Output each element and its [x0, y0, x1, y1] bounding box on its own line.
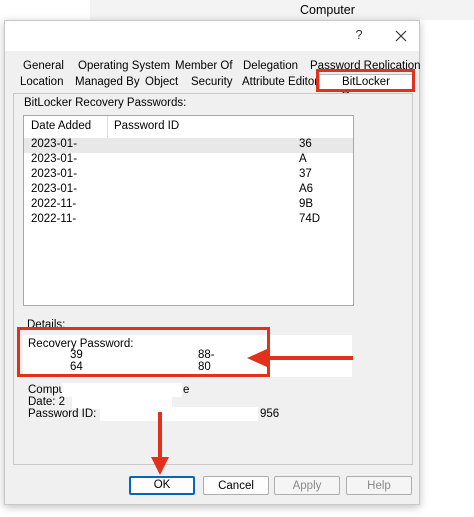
bitlocker-tab-annotation-box — [316, 69, 415, 92]
list-row[interactable]: 2022-11- 9B — [24, 198, 353, 213]
recovery-passwords-label: BitLocker Recovery Passwords: — [24, 97, 187, 109]
help-icon[interactable]: ? — [351, 27, 367, 45]
computer-line-start: Compu — [28, 384, 66, 396]
help-button[interactable]: Help — [346, 476, 412, 495]
annotation-arrow-left-icon — [247, 349, 267, 367]
tab-managed-by[interactable]: Managed By — [75, 75, 140, 90]
row-date: 2022-11- — [31, 213, 77, 225]
list-row[interactable]: 2022-11- 74D — [24, 213, 353, 228]
list-row[interactable]: 2023-01- 36 — [24, 138, 353, 153]
list-row[interactable]: 2023-01- A — [24, 153, 353, 168]
annotation-arrow-down-icon — [151, 457, 169, 475]
tab-location[interactable]: Location — [20, 75, 63, 90]
tab-attribute-editor[interactable]: Attribute Editor — [242, 75, 318, 90]
row-date: 2023-01- — [31, 153, 78, 165]
tab-member-of[interactable]: Member Of — [175, 59, 233, 74]
annotation-arrow-shaft-horizontal — [265, 356, 353, 360]
tab-object[interactable]: Object — [145, 75, 178, 90]
row-date: 2022-11- — [31, 198, 77, 210]
password-id-redacted — [100, 407, 258, 421]
recovery-passwords-list[interactable]: Date Added Password ID 2023-01- 36 2023-… — [23, 115, 354, 306]
background-window-strip — [0, 0, 90, 20]
row-password-id: A — [299, 153, 307, 165]
date-line: Date: 2 — [28, 396, 66, 408]
row-date: 2023-01- — [31, 168, 78, 180]
tab-delegation[interactable]: Delegation — [243, 59, 298, 74]
ok-button[interactable]: OK — [129, 476, 195, 495]
row-date: 2023-01- — [31, 183, 78, 195]
cancel-button[interactable]: Cancel — [203, 476, 269, 495]
apply-button[interactable]: Apply — [274, 476, 340, 495]
background-window-title: Computer — [300, 3, 355, 17]
list-row[interactable]: 2023-01- A6 — [24, 183, 353, 198]
computer-line-end: e — [183, 384, 190, 396]
recovery-password-annotation-box — [17, 327, 270, 377]
close-icon[interactable] — [391, 25, 411, 45]
tab-general[interactable]: General — [23, 59, 64, 74]
row-password-id: 74D — [299, 213, 321, 225]
annotation-arrow-shaft-vertical — [158, 412, 162, 460]
dialog-titlebar: ? — [5, 21, 419, 51]
list-header: Date Added Password ID — [24, 116, 353, 139]
tab-operating-system[interactable]: Operating System — [78, 59, 170, 74]
row-password-id: 36 — [299, 138, 312, 150]
dialog-title-redacted — [11, 28, 155, 44]
list-row[interactable]: 2023-01- 37 — [24, 168, 353, 183]
column-divider[interactable] — [107, 116, 108, 138]
tab-security[interactable]: Security — [191, 75, 233, 90]
password-id-line-start: Password ID: 6! — [28, 408, 110, 420]
background-window-area — [420, 20, 474, 517]
row-password-id: 9B — [299, 198, 314, 210]
password-id-line-end: 956 — [260, 408, 280, 420]
row-password-id: A6 — [299, 183, 314, 195]
row-date: 2023-01- — [31, 138, 78, 150]
row-password-id: 37 — [299, 168, 312, 180]
column-password-id[interactable]: Password ID — [114, 120, 179, 132]
column-date-added[interactable]: Date Added — [31, 120, 91, 132]
